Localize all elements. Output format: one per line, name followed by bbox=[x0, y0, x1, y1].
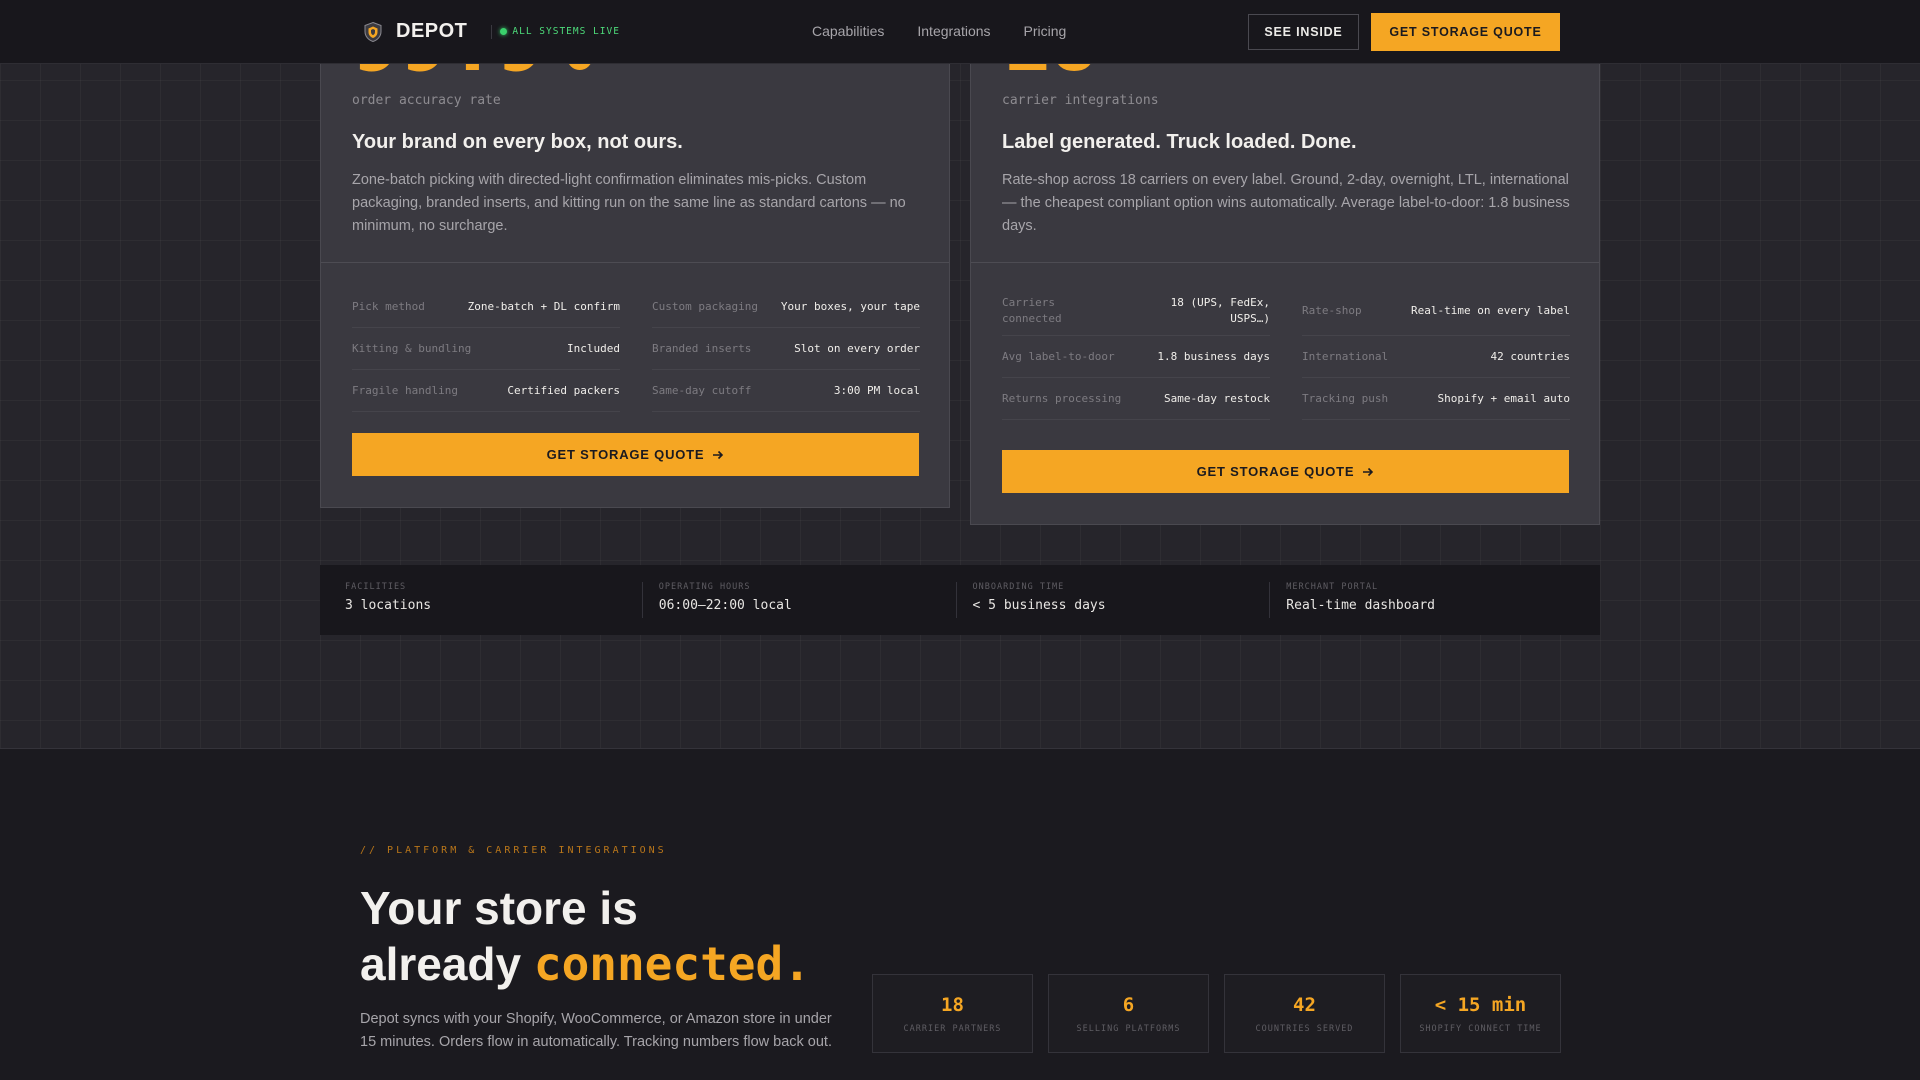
info-operating-hours: OPERATING HOURS 06:00–22:00 local bbox=[659, 582, 957, 618]
spec-row: Carriers connected 18 (UPS, FedEx, USPS…) bbox=[1002, 286, 1270, 336]
info-value: 3 locations bbox=[345, 598, 432, 613]
stat-number: 6 bbox=[1122, 993, 1135, 1016]
spec-row: Custom packaging Your boxes, your tape bbox=[652, 286, 920, 328]
nav-link-pricing[interactable]: Pricing bbox=[1024, 23, 1067, 39]
shield-logo-icon bbox=[364, 21, 382, 42]
spec-row: Tracking push Shopify + email auto bbox=[1302, 378, 1570, 420]
spec-grid: Carriers connected 18 (UPS, FedEx, USPS…)… bbox=[1002, 286, 1570, 420]
info-onboarding-time: ONBOARDING TIME < 5 business days bbox=[973, 582, 1271, 618]
headline-accent: connected. bbox=[533, 937, 811, 991]
spec-row: Branded inserts Slot on every order bbox=[652, 328, 920, 370]
features-section: 99.9% order accuracy rate Your brand on … bbox=[0, 0, 1920, 749]
card-divider bbox=[321, 262, 949, 263]
stat-number: 18 bbox=[941, 993, 964, 1016]
nav-links: Capabilities Integrations Pricing bbox=[812, 23, 1066, 39]
info-label: OPERATING HOURS bbox=[658, 582, 751, 592]
spec-value: Zone-batch + DL confirm bbox=[467, 300, 620, 313]
spec-key: International bbox=[1302, 350, 1389, 363]
spec-key: Branded inserts bbox=[652, 342, 752, 355]
card-quote-button[interactable]: GET STORAGE QUOTE bbox=[1002, 450, 1569, 493]
info-label: FACILITIES bbox=[345, 582, 407, 592]
stat-shopify-connect-time: < 15 min SHOPIFY CONNECT TIME bbox=[1400, 974, 1561, 1053]
arrow-right-icon bbox=[1363, 467, 1374, 476]
spec-value: Included bbox=[567, 342, 620, 355]
spec-value: Slot on every order bbox=[794, 342, 920, 355]
facility-info-strip: FACILITIES 3 locations OPERATING HOURS 0… bbox=[320, 565, 1600, 635]
card-description: Rate-shop across 18 carriers on every la… bbox=[1002, 172, 1570, 234]
info-value: Real-time dashboard bbox=[1286, 598, 1436, 613]
spec-key: Kitting & bundling bbox=[352, 342, 472, 355]
stat-caption: COUNTRIES SERVED bbox=[1255, 1023, 1354, 1034]
card-stat-label: order accuracy rate bbox=[352, 93, 501, 108]
nav-link-capabilities[interactable]: Capabilities bbox=[812, 23, 884, 39]
spec-row: Kitting & bundling Included bbox=[352, 328, 620, 370]
status-text: ALL SYSTEMS LIVE bbox=[512, 26, 620, 37]
spec-row: Pick method Zone-batch + DL confirm bbox=[352, 286, 620, 328]
spec-key: Pick method bbox=[352, 300, 425, 313]
info-label: MERCHANT PORTAL bbox=[1286, 582, 1379, 592]
spec-value: Your boxes, your tape bbox=[780, 300, 920, 313]
spec-row: Fragile handling Certified packers bbox=[352, 370, 620, 412]
spec-key: Custom packaging bbox=[652, 300, 758, 313]
spec-key: Same-day cutoff bbox=[652, 384, 752, 397]
spec-row: Same-day cutoff 3:00 PM local bbox=[652, 370, 920, 412]
see-inside-button[interactable]: SEE INSIDE bbox=[1248, 14, 1359, 50]
spec-key: Returns processing bbox=[1002, 392, 1122, 405]
info-merchant-portal: MERCHANT PORTAL Real-time dashboard bbox=[1286, 582, 1584, 618]
spec-key: Carriers connected bbox=[1002, 295, 1062, 325]
feature-card-carriers: 18 carrier integrations Label generated.… bbox=[970, 40, 1600, 525]
card-description: Zone-batch picking with directed-light c… bbox=[352, 172, 906, 234]
spec-value: 18 (UPS, FedEx, USPS…) bbox=[1170, 295, 1270, 325]
card-quote-button[interactable]: GET STORAGE QUOTE bbox=[352, 433, 919, 476]
card-title: Label generated. Truck loaded. Done. bbox=[1002, 131, 1357, 153]
section-subtext: Depot syncs with your Shopify, WooCommer… bbox=[360, 1011, 832, 1050]
feature-card-accuracy: 99.9% order accuracy rate Your brand on … bbox=[320, 40, 950, 508]
spec-row: Returns processing Same-day restock bbox=[1002, 378, 1270, 420]
card-stat-label: carrier integrations bbox=[1002, 93, 1159, 108]
arrow-right-icon bbox=[713, 450, 724, 459]
spec-key: Tracking push bbox=[1302, 392, 1389, 405]
spec-value: Same-day restock bbox=[1164, 392, 1270, 405]
stat-caption: SHOPIFY CONNECT TIME bbox=[1419, 1023, 1542, 1034]
spec-row: Rate-shop Real-time on every label bbox=[1302, 286, 1570, 336]
spec-key: Fragile handling bbox=[352, 384, 458, 397]
status-dot-icon bbox=[500, 28, 508, 35]
stat-countries-served: 42 COUNTRIES SERVED bbox=[1224, 974, 1385, 1053]
card-divider bbox=[971, 262, 1599, 263]
spec-value: Real-time on every label bbox=[1411, 304, 1570, 317]
info-value: 06:00–22:00 local bbox=[658, 598, 792, 613]
stat-selling-platforms: 6 SELLING PLATFORMS bbox=[1048, 974, 1209, 1053]
spec-row: International 42 countries bbox=[1302, 336, 1570, 378]
cta-label: GET STORAGE QUOTE bbox=[546, 447, 705, 462]
stat-caption: CARRIER PARTNERS bbox=[903, 1023, 1002, 1034]
cta-label: GET STORAGE QUOTE bbox=[1196, 464, 1355, 479]
stat-carrier-partners: 18 CARRIER PARTNERS bbox=[872, 974, 1033, 1053]
stat-caption: SELLING PLATFORMS bbox=[1076, 1023, 1181, 1034]
nav-link-integrations[interactable]: Integrations bbox=[917, 23, 990, 39]
spec-value: 3:00 PM local bbox=[833, 384, 920, 397]
spec-key: Avg label-to-door bbox=[1002, 350, 1115, 363]
spec-value: 1.8 business days bbox=[1157, 350, 1270, 363]
nav-quote-button[interactable]: GET STORAGE QUOTE bbox=[1371, 13, 1560, 51]
card-title: Your brand on every box, not ours. bbox=[352, 131, 683, 153]
spec-value: 42 countries bbox=[1490, 350, 1570, 363]
spec-row: Avg label-to-door 1.8 business days bbox=[1002, 336, 1270, 378]
spec-key: Rate-shop bbox=[1302, 304, 1362, 317]
section-headline: Your store is already connected. bbox=[360, 880, 880, 992]
info-value: < 5 business days bbox=[972, 598, 1106, 613]
brand-logo[interactable]: DEPOT ALL SYSTEMS LIVE bbox=[362, 20, 620, 43]
stat-number: < 15 min bbox=[1434, 993, 1527, 1016]
info-label: ONBOARDING TIME bbox=[972, 582, 1065, 592]
stat-number: 42 bbox=[1293, 993, 1316, 1016]
spec-value: Shopify + email auto bbox=[1437, 392, 1570, 405]
headline-line-2: already bbox=[360, 938, 522, 990]
system-status: ALL SYSTEMS LIVE bbox=[491, 24, 620, 39]
headline-line-1: Your store is bbox=[360, 882, 638, 934]
top-nav: DEPOT ALL SYSTEMS LIVE Capabilities Inte… bbox=[0, 0, 1920, 64]
info-facilities: FACILITIES 3 locations bbox=[345, 582, 643, 618]
brand-name: DEPOT bbox=[396, 20, 468, 42]
spec-grid: Pick method Zone-batch + DL confirm Custo… bbox=[352, 286, 920, 412]
spec-value: Certified packers bbox=[507, 384, 620, 397]
section-eyebrow: // PLATFORM & CARRIER INTEGRATIONS bbox=[360, 845, 667, 856]
